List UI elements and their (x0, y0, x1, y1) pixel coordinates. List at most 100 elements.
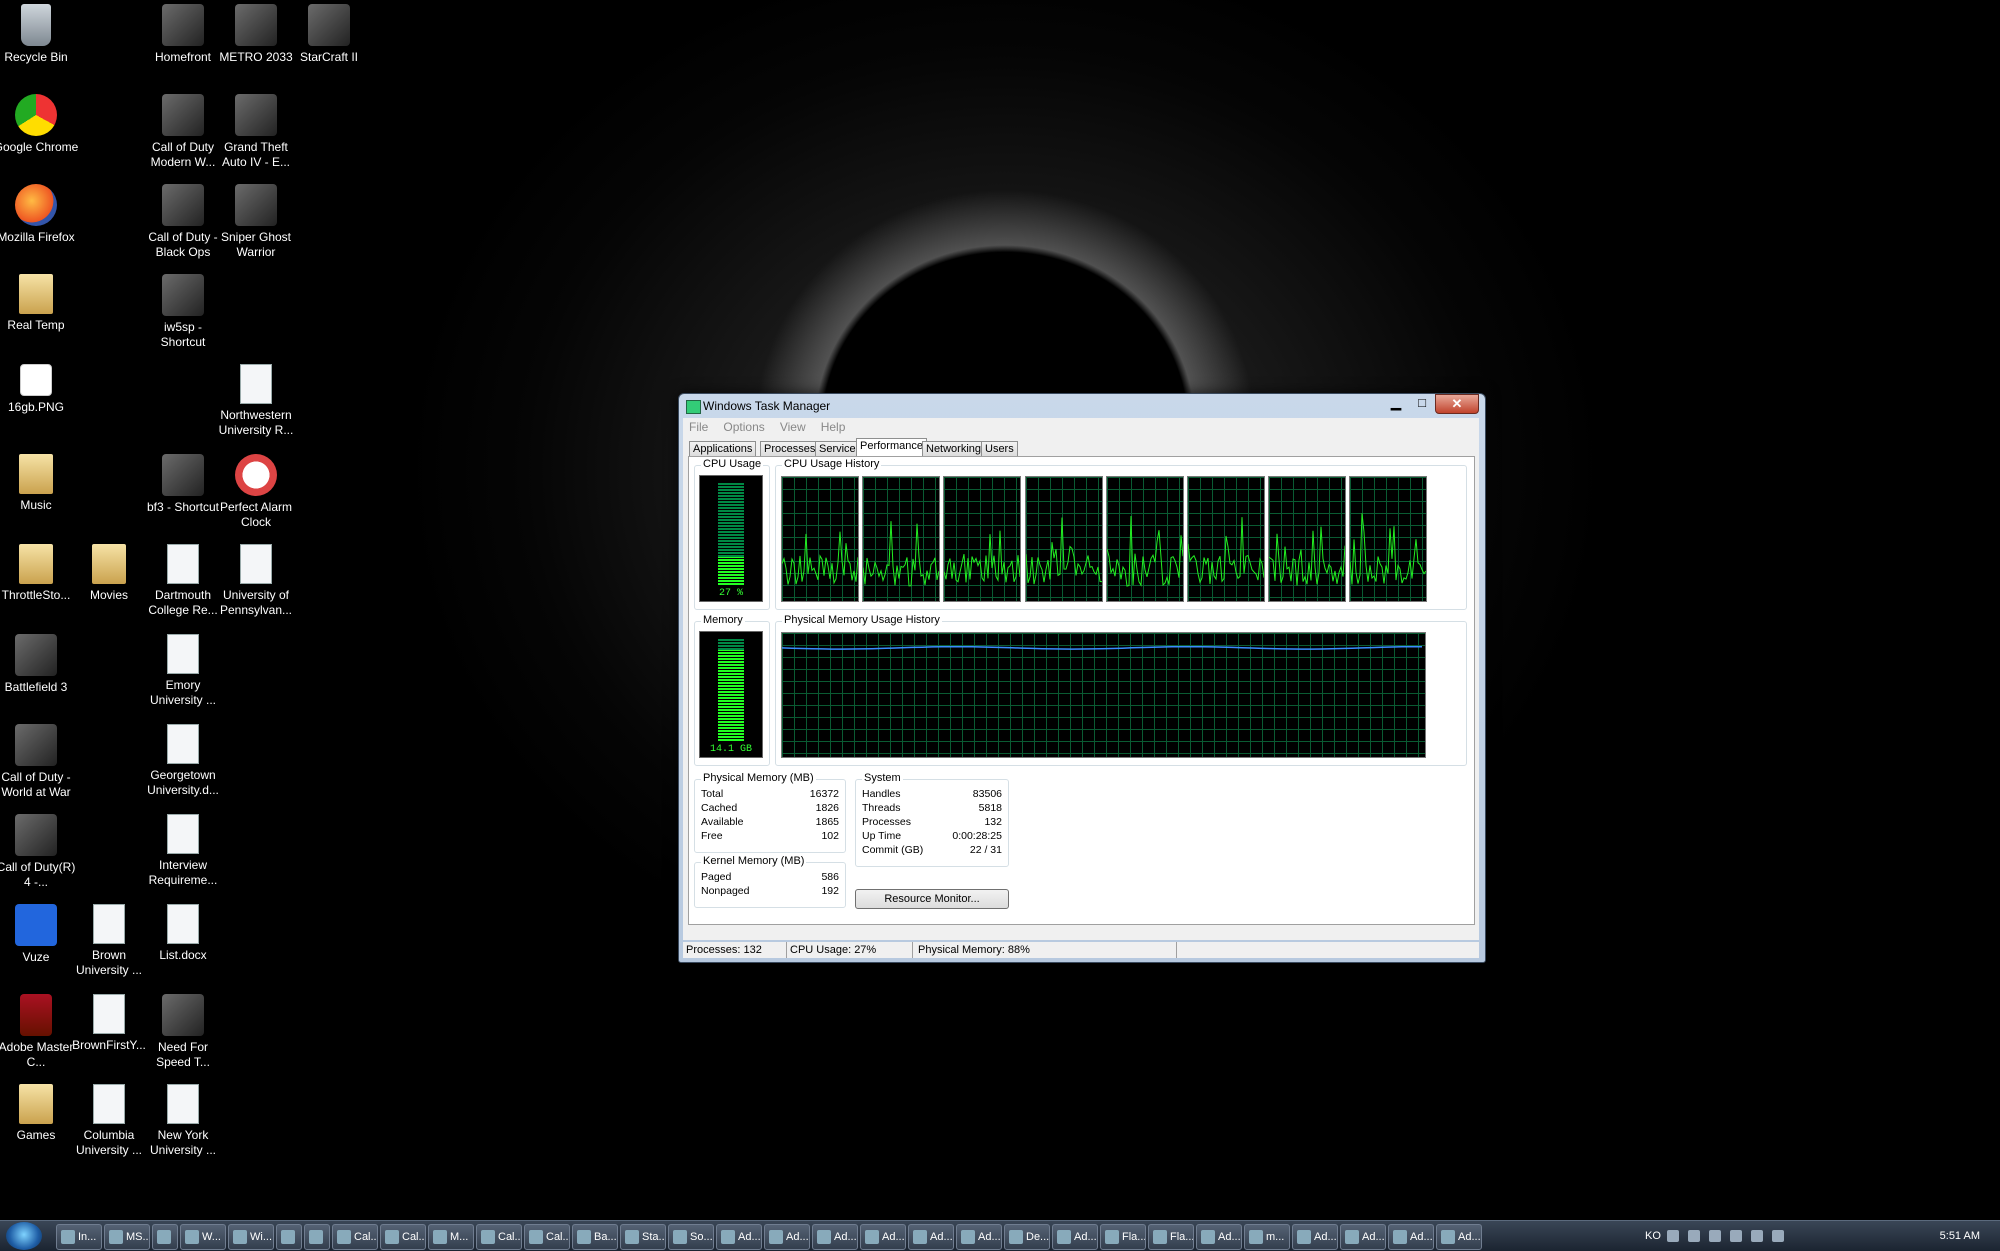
desktop-icon[interactable]: Georgetown University.d... (140, 724, 226, 798)
taskbar-item[interactable]: Ad... (764, 1224, 810, 1250)
taskbar-item[interactable]: Ad... (860, 1224, 906, 1250)
desktop-icon[interactable]: 16gb.PNG (0, 364, 79, 415)
stat-row: Commit (GB) 22 / 31 (862, 844, 1002, 857)
tab-networking[interactable]: Networking (922, 441, 986, 457)
taskbar-item-label: Ad... (1410, 1231, 1433, 1243)
stat-label: Threads (862, 802, 901, 814)
taskbar-item[interactable]: Cal... (380, 1224, 426, 1250)
taskbar-item[interactable]: Cal... (524, 1224, 570, 1250)
desktop-icon[interactable]: iw5sp - Shortcut (140, 274, 226, 350)
desktop-icon[interactable]: Call of Duty - World at War (0, 724, 79, 800)
desktop-icon[interactable]: Recycle Bin (0, 4, 79, 65)
language-indicator[interactable]: KO (1645, 1230, 1661, 1242)
tab-processes[interactable]: Processes (760, 441, 820, 457)
taskbar-item[interactable]: MS... (104, 1224, 150, 1250)
app-icon (1105, 1230, 1119, 1245)
taskbar-item[interactable]: Ad... (908, 1224, 954, 1250)
tab-performance[interactable]: Performance (856, 438, 927, 456)
taskbar-item[interactable]: Ad... (1340, 1224, 1386, 1250)
volume-icon[interactable] (1709, 1230, 1722, 1243)
power-icon[interactable] (1730, 1230, 1743, 1243)
taskbar-item[interactable]: W... (180, 1224, 226, 1250)
menu-options[interactable]: Options (717, 418, 770, 436)
taskbar-item[interactable]: Ad... (1196, 1224, 1242, 1250)
taskbar-clock[interactable]: 5:51 AM (1940, 1221, 1980, 1251)
desktop-icon[interactable]: Interview Requireme... (140, 814, 226, 888)
taskbar-item-label: Cal... (402, 1231, 426, 1243)
taskbar-item[interactable]: M... (428, 1224, 474, 1250)
taskbar-item[interactable]: Ad... (1052, 1224, 1098, 1250)
app-icon (233, 1230, 247, 1245)
cpu-core-line (1269, 526, 1346, 586)
desktop-icon[interactable]: Emory University ... (140, 634, 226, 708)
desktop-icon[interactable]: Mozilla Firefox (0, 184, 79, 245)
stat-label: Commit (GB) (862, 844, 924, 856)
desktop-icon[interactable]: Battlefield 3 (0, 634, 79, 695)
tab-users[interactable]: Users (981, 441, 1018, 457)
taskbar-item[interactable]: Fla... (1148, 1224, 1194, 1250)
desktop-icon[interactable]: Grand Theft Auto IV - E... (213, 94, 299, 170)
cpu-core-graph (1187, 476, 1265, 602)
maximize-button[interactable]: □ (1409, 394, 1435, 412)
document-icon (93, 994, 125, 1034)
desktop-icon[interactable]: Music (0, 454, 79, 513)
taskbar-item[interactable]: Fla... (1100, 1224, 1146, 1250)
taskbar-item[interactable]: m... (1244, 1224, 1290, 1250)
app-icon (1345, 1230, 1359, 1245)
ime-icon[interactable] (1666, 1230, 1679, 1243)
cpu-core-graph (1349, 476, 1428, 602)
desktop-icon[interactable]: Sniper Ghost Warrior (213, 184, 299, 260)
image-file-icon (20, 364, 52, 396)
app-icon (865, 1230, 879, 1245)
taskbar-item[interactable]: Cal... (332, 1224, 378, 1250)
tab-applications[interactable]: Applications (689, 441, 757, 457)
desktop-icon[interactable]: University of Pennsylvan... (213, 544, 299, 618)
app-icon (337, 1230, 351, 1245)
taskbar-item[interactable]: Cal... (476, 1224, 522, 1250)
taskbar-item[interactable]: Ad... (812, 1224, 858, 1250)
taskbar-item[interactable] (152, 1224, 178, 1250)
desktop-icon[interactable]: Northwestern University R... (213, 364, 299, 438)
resource-monitor-button[interactable]: Resource Monitor... (855, 889, 1009, 909)
desktop-icon[interactable]: Need For Speed T... (140, 994, 226, 1070)
minimize-button[interactable]: ▁ (1383, 394, 1409, 412)
taskbar-item[interactable]: Ad... (1292, 1224, 1338, 1250)
taskbar-item[interactable]: Ad... (956, 1224, 1002, 1250)
menu-view[interactable]: View (774, 418, 812, 436)
desktop-icon[interactable]: List.docx (140, 904, 226, 963)
taskbar-item[interactable]: Ad... (1388, 1224, 1434, 1250)
game-icon (162, 454, 204, 496)
taskbar-item[interactable]: De... (1004, 1224, 1050, 1250)
desktop-icon-label: Georgetown University.d... (147, 768, 219, 797)
recycle-bin-icon (21, 4, 51, 46)
memory-gauge-fill (718, 650, 744, 741)
desktop-icon[interactable]: New York University ... (140, 1084, 226, 1158)
taskbar-item[interactable]: Sta... (620, 1224, 666, 1250)
menu-help[interactable]: Help (815, 418, 852, 436)
taskbar-item[interactable]: In... (56, 1224, 102, 1250)
taskbar-item[interactable]: Ba... (572, 1224, 618, 1250)
network-icon[interactable] (1688, 1230, 1701, 1243)
start-button[interactable] (6, 1222, 42, 1250)
menu-file[interactable]: File (683, 418, 714, 436)
desktop-icon[interactable]: Call of Duty(R) 4 -... (0, 814, 79, 890)
desktop-icon[interactable]: StarCraft II (286, 4, 372, 65)
signal-icon[interactable] (1772, 1230, 1785, 1243)
clock-icon (235, 454, 277, 496)
desktop-icon[interactable]: Google Chrome (0, 94, 79, 155)
taskbar-item[interactable] (276, 1224, 302, 1250)
taskbar-item[interactable]: So... (668, 1224, 714, 1250)
adobe-icon (20, 994, 52, 1036)
taskbar-item[interactable] (304, 1224, 330, 1250)
action-center-icon[interactable] (1751, 1230, 1764, 1243)
close-button[interactable]: ✕ (1435, 394, 1479, 414)
taskbar-item[interactable]: Wi... (228, 1224, 274, 1250)
desktop-icon-label: Real Temp (7, 318, 65, 332)
taskbar-item[interactable]: Ad... (1436, 1224, 1482, 1250)
taskbar-item[interactable]: Ad... (716, 1224, 762, 1250)
desktop-icon[interactable]: Real Temp (0, 274, 79, 333)
desktop-icon[interactable]: Perfect Alarm Clock (213, 454, 299, 530)
desktop-icon-label: Google Chrome (0, 140, 79, 154)
task-manager-window[interactable]: Windows Task Manager ▁ □ ✕ File Options … (678, 393, 1486, 963)
game-icon (162, 994, 204, 1036)
